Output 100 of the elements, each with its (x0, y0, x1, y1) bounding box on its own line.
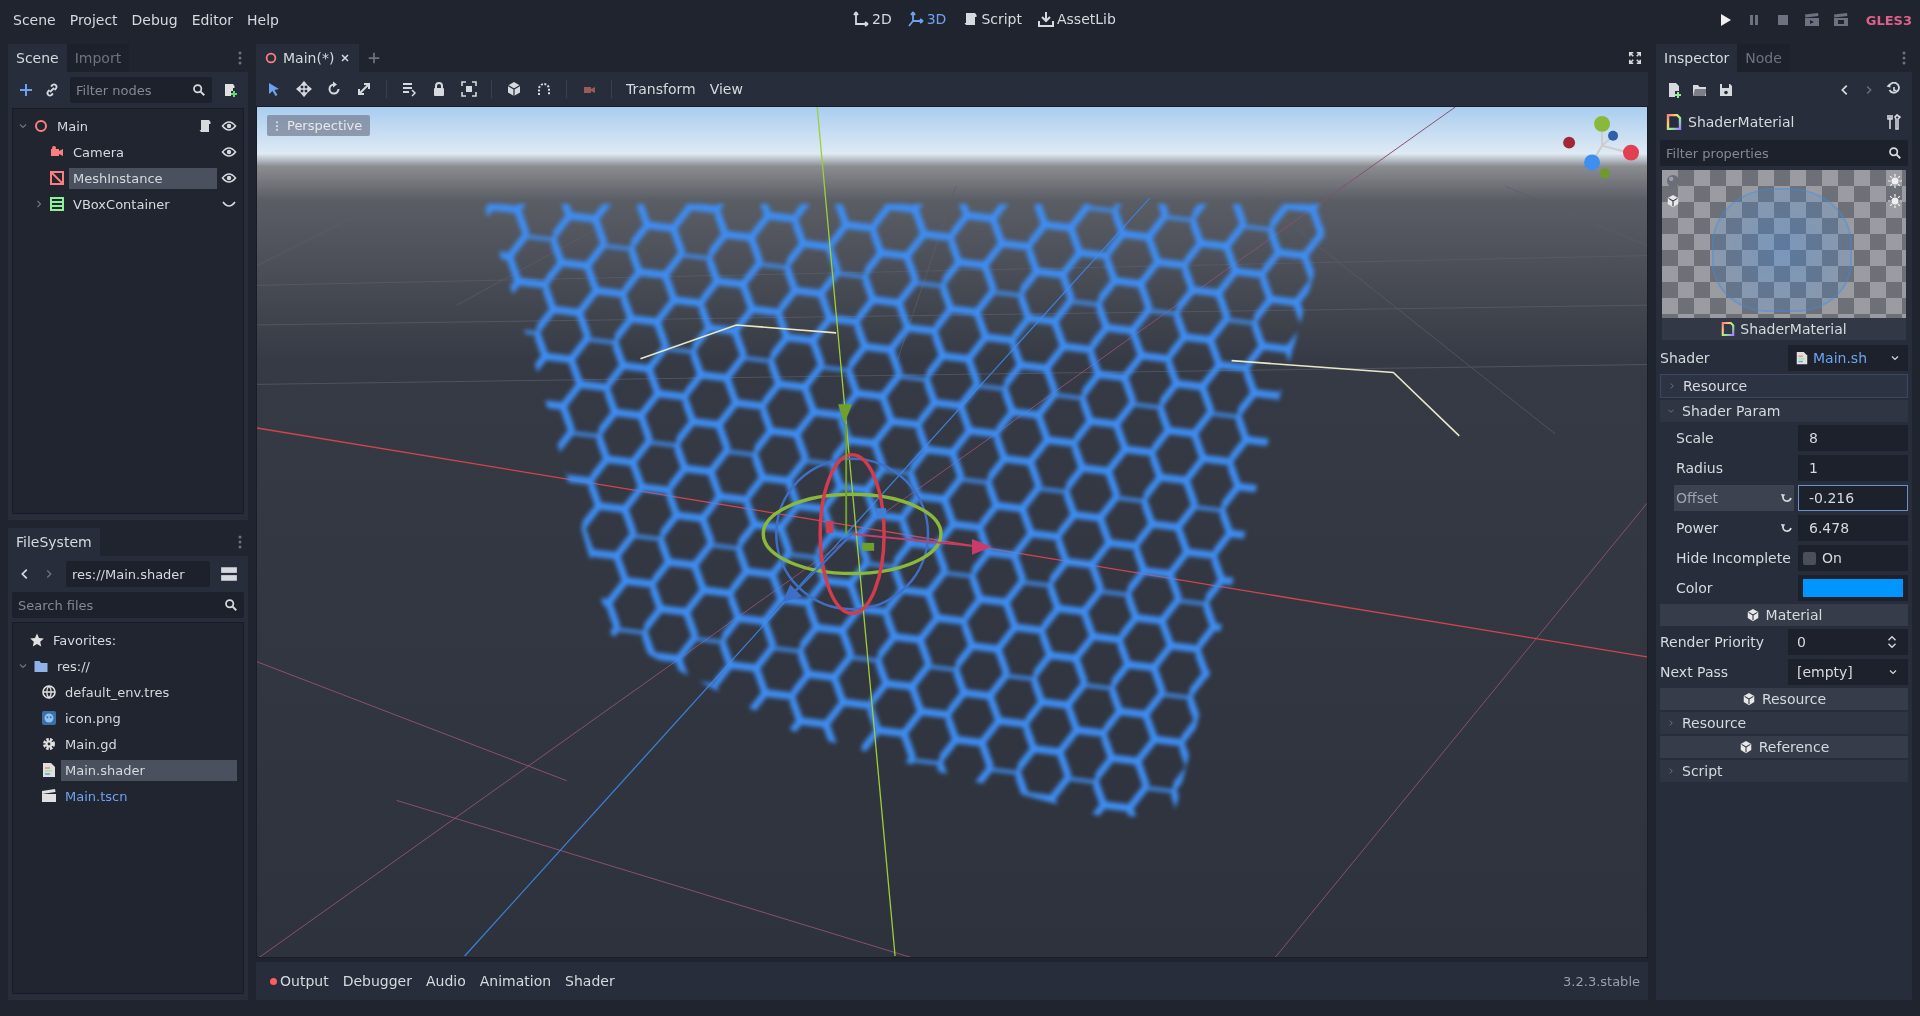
revert-icon[interactable] (1780, 491, 1794, 505)
add-tab-icon[interactable] (367, 51, 382, 65)
tree-item[interactable]: Camera (69, 141, 129, 163)
star-icon (29, 632, 45, 648)
magnet-icon[interactable] (536, 81, 552, 97)
property-label: Shader (1660, 350, 1711, 366)
bottom-panel-tab[interactable]: Animation (473, 971, 560, 991)
list-icon[interactable] (401, 81, 417, 97)
number-field[interactable]: -0.216 (1798, 485, 1908, 511)
shader-file-icon (41, 762, 57, 778)
group-icon[interactable] (461, 81, 477, 97)
gear-icon (41, 736, 57, 752)
path-field[interactable]: res://Main.shader (66, 561, 210, 587)
file-item[interactable]: icon.png (61, 707, 125, 729)
split-mode-icon[interactable] (220, 565, 238, 583)
property-label: Render Priority (1660, 634, 1766, 650)
resource-title[interactable]: ShaderMaterial (1688, 114, 1795, 130)
tree-item[interactable]: VBoxContainer (69, 193, 174, 215)
section-header[interactable]: Shader Param (1660, 400, 1908, 422)
checkbox[interactable] (1803, 551, 1816, 565)
material-icon (1666, 114, 1682, 130)
resource-caption[interactable]: ShaderMaterial (1662, 318, 1906, 340)
file-item[interactable]: default_env.tres (61, 681, 174, 703)
folder-icon (33, 658, 49, 674)
section-header[interactable]: Script (1660, 760, 1908, 782)
eye-icon[interactable] (221, 170, 237, 186)
workspace-button[interactable]: 2D (848, 9, 897, 29)
up-down-arrow-icon (1885, 635, 1899, 649)
file-item[interactable]: res:// (53, 655, 94, 677)
search-icon (1888, 146, 1902, 160)
rotate-icon[interactable] (326, 81, 342, 97)
dropdown[interactable]: [empty] (1788, 659, 1908, 685)
menu-item[interactable]: Scene (6, 8, 63, 32)
bottom-panel-tab[interactable]: Audio (419, 971, 474, 991)
dock-tab[interactable]: Inspector (1656, 44, 1738, 72)
menu-item[interactable]: Debug (124, 8, 185, 32)
filter-field[interactable]: Filter properties (1660, 140, 1908, 166)
menu-button[interactable]: Transform (626, 79, 696, 99)
dock-tab[interactable]: Scene (8, 44, 67, 72)
file-item[interactable]: Main.tscn (61, 785, 132, 807)
folder-icon[interactable] (1692, 82, 1708, 98)
menu-item[interactable]: Editor (184, 8, 241, 32)
eye-icon[interactable] (221, 118, 237, 134)
lock-icon[interactable] (431, 81, 447, 97)
menu-button[interactable]: View (709, 79, 743, 99)
eye-icon[interactable] (221, 144, 237, 160)
tree-item[interactable]: MeshInstance (69, 167, 217, 189)
circle-icon (264, 51, 278, 65)
link-icon[interactable] (44, 82, 60, 98)
new-resource-icon[interactable] (1666, 82, 1682, 98)
cube-icon (1741, 692, 1756, 706)
workspace-button[interactable]: 3D (902, 9, 952, 29)
close-icon[interactable] (339, 52, 352, 64)
add-script-icon[interactable] (222, 82, 238, 98)
cube-icon[interactable] (1666, 194, 1680, 208)
menu-item[interactable]: Help (240, 8, 286, 32)
light-icon[interactable] (1888, 194, 1902, 208)
spin-box[interactable]: 0 (1788, 629, 1908, 655)
tree-item[interactable]: Main (53, 115, 93, 137)
workspace-button[interactable]: Script (957, 9, 1027, 29)
section-header[interactable]: Resource (1660, 374, 1908, 398)
bottom-panel-tab[interactable]: Shader (559, 971, 623, 991)
image-icon (41, 710, 57, 726)
script-icon[interactable] (197, 118, 213, 134)
workspace-button[interactable]: AssetLib (1033, 9, 1121, 29)
dock-tab[interactable]: FileSystem (8, 528, 100, 556)
shader-file-icon (1795, 351, 1809, 365)
color-swatch[interactable] (1803, 579, 1903, 597)
file-item[interactable]: Main.shader (61, 759, 237, 781)
revert-icon[interactable] (1780, 521, 1794, 535)
favorites-label[interactable]: Favorites: (49, 629, 121, 651)
clapperboard-icon[interactable] (1803, 12, 1820, 28)
number-field[interactable]: 8 (1798, 425, 1908, 451)
save-icon[interactable] (1718, 82, 1734, 98)
bottom-panel-tab[interactable]: Output (264, 971, 337, 991)
checkbox-label[interactable]: On (1822, 550, 1842, 566)
add-icon[interactable] (18, 82, 34, 98)
cube-icon (1745, 608, 1760, 622)
move-icon[interactable] (296, 81, 312, 97)
bottom-panel-tab[interactable]: Debugger (336, 971, 420, 991)
cube-icon[interactable] (506, 81, 522, 97)
filter-field[interactable]: Filter nodes (70, 77, 212, 103)
clapperboard-icon[interactable] (1832, 12, 1849, 28)
editor-tab[interactable]: Main(*) (256, 44, 360, 72)
tools-icon[interactable] (1886, 114, 1902, 130)
file-item[interactable]: Main.gd (61, 733, 121, 755)
category-header: Resource (1660, 688, 1908, 710)
number-field[interactable]: 1 (1798, 455, 1908, 481)
fullscreen-icon[interactable] (1628, 51, 1642, 65)
light-icon[interactable] (1888, 174, 1902, 188)
resource-picker[interactable]: Main.sh (1788, 345, 1908, 371)
transform-gizmo-drawing[interactable] (761, 404, 992, 615)
number-field[interactable]: 6.478 (1798, 515, 1908, 541)
section-header[interactable]: Resource (1660, 712, 1908, 734)
menu-item[interactable]: Project (62, 8, 125, 32)
search-field[interactable]: Search files (12, 592, 244, 618)
axis-gizmo-drawing[interactable] (1563, 115, 1639, 179)
scale-icon[interactable] (356, 81, 372, 97)
property-label: Scale (1675, 430, 1715, 446)
renderer-dropdown[interactable]: GLES3 (1865, 12, 1912, 28)
